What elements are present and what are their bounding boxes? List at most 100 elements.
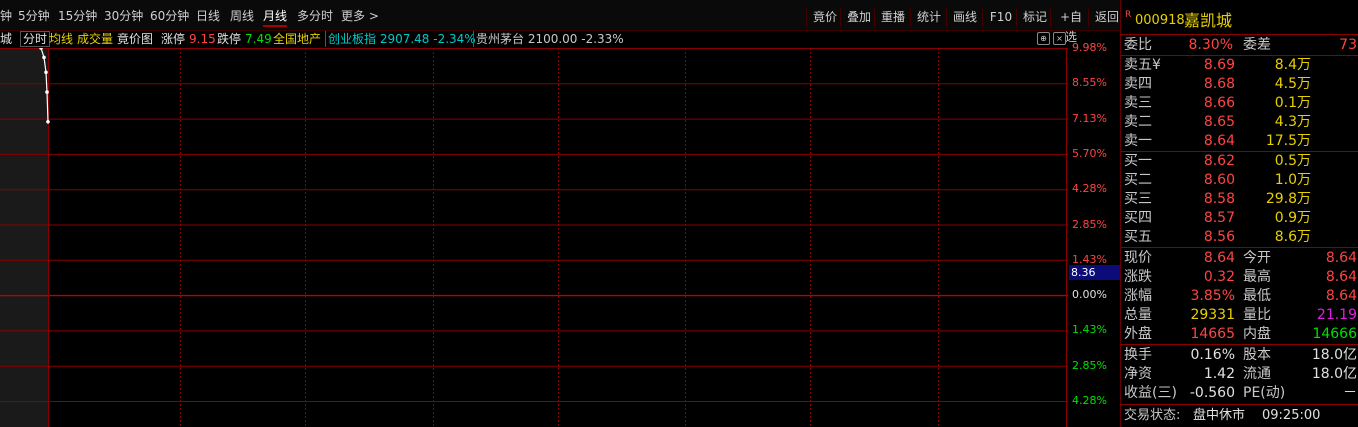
bid-row[interactable]: 买四 8.57 0.9万 [1121,209,1358,228]
period-tab-more[interactable]: 更多 > [341,7,379,25]
fundamental-label: 净资 [1124,366,1152,382]
close-icon[interactable]: × [1053,32,1066,45]
stat-value-2: 14666 [1312,326,1357,342]
chart-subbar: 城 分时 均线 成交量 竟价图 涨停 9.15 跌停 7.49 全国地产 创业板… [0,30,1067,48]
bid-label: 买二 [1124,172,1152,188]
stat-row[interactable]: 总量 29331 量比 21.19 [1121,306,1358,325]
period-tab-30min[interactable]: 30分钟 [104,7,143,25]
bid-row[interactable]: 买一 8.62 0.5万 [1121,152,1358,171]
stock-short-name: 城 [0,32,13,46]
stat-row[interactable]: 涨幅 3.85% 最低 8.64 [1121,287,1358,306]
mark-button[interactable]: 标记 [1016,7,1053,27]
pct-tick-label: 0.00% [1072,288,1107,302]
pct-tick-label: 2.85% [1072,358,1107,372]
weibi-value: 8.30% [1188,37,1233,53]
ask-row[interactable]: 卖三 8.66 0.1万 [1121,94,1358,113]
tab-fenshi[interactable]: 分时 [20,31,51,47]
status-time: 09:25:00 [1262,408,1321,423]
auction-chart-toggle[interactable]: 竟价图 [117,31,153,47]
volume-toggle[interactable]: 成交量 [77,31,113,47]
period-tab-week[interactable]: 周线 [230,7,254,25]
bid-price: 8.57 [1203,210,1235,226]
quote-panel: R 000918 嘉凯城 委比 8.30% 委差 73 卖五¥ 8.69 8.4万卖… [1120,0,1358,427]
fundamental-value: -0.560 [1189,385,1235,401]
bid-price: 8.62 [1203,153,1235,169]
r-mark: R [1125,10,1132,20]
stats-button[interactable]: 统计 [910,7,947,27]
period-tab-15min[interactable]: 15分钟 [58,7,97,25]
fundamental-label-2: 股本 [1243,347,1271,363]
stat-row[interactable]: 涨跌 0.32 最高 8.64 [1121,268,1358,287]
stat-label: 涨跌 [1124,269,1152,285]
fundamental-label: 换手 [1124,347,1152,363]
ask-row[interactable]: 卖二 8.65 4.3万 [1121,113,1358,132]
stat-row[interactable]: 现价 8.64 今开 8.64 [1121,249,1358,268]
ask-label: 卖五¥ [1124,57,1161,73]
price-point [44,70,48,75]
bid-row[interactable]: 买三 8.58 29.8万 [1121,190,1358,209]
index-chinext[interactable]: 创业板指 2907.48 -2.34% [325,31,476,47]
ask-price: 8.65 [1203,114,1235,130]
intraday-chart[interactable] [0,48,1070,427]
pct-tick-label: 7.13% [1072,111,1107,125]
bid-label: 买三 [1124,191,1152,207]
stat-value-2: 21.19 [1316,307,1357,323]
period-tab-5min[interactable]: 5分钟 [18,7,50,25]
fundamental-row[interactable]: 收益(三) -0.560 PE(动) － [1121,384,1358,403]
fundamental-value-2: 18.0亿 [1311,366,1357,382]
bid-row[interactable]: 买五 8.56 8.6万 [1121,228,1358,247]
ask-price: 8.68 [1203,76,1235,92]
add-watchlist-button[interactable]: +自选 [1050,7,1091,44]
fundamental-value-2: － [1343,385,1357,401]
ask-price: 8.64 [1203,133,1235,149]
draw-button[interactable]: 画线 [946,7,983,27]
stat-value-2: 8.64 [1325,288,1357,304]
ask-row[interactable]: 卖四 8.68 4.5万 [1121,75,1358,94]
weicha-value: 73 [1339,37,1357,53]
stat-value-2: 8.64 [1325,250,1357,266]
f10-button[interactable]: F10 [982,7,1019,27]
ask-row[interactable]: 卖一 8.64 17.5万 [1121,132,1358,151]
sector-link[interactable]: 全国地产 [273,31,321,47]
price-point [42,55,46,60]
index-moutai[interactable]: 贵州茅台 2100.00 -2.33% [473,31,624,47]
bid-row[interactable]: 买二 8.60 1.0万 [1121,171,1358,190]
fundamental-row[interactable]: 净资 1.42 流通 18.0亿 [1121,365,1358,384]
ask-price: 8.69 [1203,57,1235,73]
replay-button[interactable]: 重播 [874,7,911,27]
bid-price: 8.56 [1203,229,1235,245]
stat-label: 总量 [1124,307,1152,323]
period-toolbar: 钟 5分钟 15分钟 30分钟 60分钟 日线 周线 月线 多分时 更多 > 竟… [0,0,1120,44]
period-tab-multi[interactable]: 多分时 [297,7,333,25]
bid-volume: 29.8万 [1265,191,1311,207]
stat-label-2: 今开 [1243,250,1271,266]
stat-value: 8.64 [1203,250,1235,266]
stat-label-2: 量比 [1243,307,1271,323]
ask-price: 8.66 [1203,95,1235,111]
current-price-marker: 8.36 [1069,265,1120,280]
pct-tick-label: 4.28% [1072,394,1107,407]
ask-label: 卖四 [1124,76,1152,92]
pct-tick-label: 1.43% [1072,252,1107,266]
fundamental-label: 收益(三) [1124,385,1177,401]
ask-row[interactable]: 卖五¥ 8.69 8.4万 [1121,56,1358,75]
junxian-toggle[interactable]: 均线 [49,31,73,47]
period-tab-month[interactable]: 月线 [263,7,288,27]
ask-volume: 4.3万 [1274,114,1311,130]
limit-down-value: 7.49 [245,32,272,46]
bid-volume: 1.0万 [1274,172,1311,188]
bid-price: 8.60 [1203,172,1235,188]
period-tab-day[interactable]: 日线 [196,7,220,25]
period-tab-60min[interactable]: 60分钟 [150,7,189,25]
period-tab-min[interactable]: 钟 [0,7,12,25]
stat-row[interactable]: 外盘 14665 内盘 14666 [1121,325,1358,344]
stat-value: 29331 [1190,307,1235,323]
pct-tick-label: 1.43% [1072,323,1107,337]
expand-icon[interactable]: ⊕ [1037,32,1050,45]
weibi-label: 委比 [1124,37,1152,53]
stat-label: 外盘 [1124,326,1152,342]
jingjia-button[interactable]: 竟价 [806,7,843,27]
fundamental-row[interactable]: 换手 0.16% 股本 18.0亿 [1121,346,1358,365]
overlay-button[interactable]: 叠加 [840,7,877,27]
bid-label: 买四 [1124,210,1152,226]
